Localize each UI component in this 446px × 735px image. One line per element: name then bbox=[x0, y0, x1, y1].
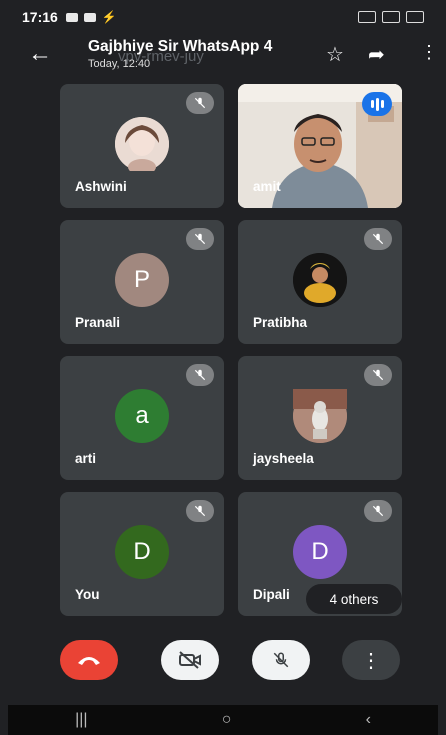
gallery-notification-icon bbox=[65, 12, 78, 22]
recents-icon[interactable]: ||| bbox=[75, 711, 87, 729]
avatar: D bbox=[115, 524, 169, 579]
avatar bbox=[293, 388, 347, 443]
participant-tile[interactable]: P Pranali bbox=[60, 220, 224, 344]
participant-name: jaysheela bbox=[253, 451, 314, 466]
mic-off-icon bbox=[186, 228, 214, 250]
mic-off-icon bbox=[364, 364, 392, 386]
mic-off-icon bbox=[364, 500, 392, 522]
end-call-button[interactable] bbox=[60, 640, 118, 680]
avatar: a bbox=[115, 388, 169, 443]
status-bar: 17:16 ⚡ bbox=[8, 0, 438, 34]
star-icon[interactable]: ☆ bbox=[326, 42, 344, 67]
wifi-signal-icon bbox=[358, 11, 376, 23]
participant-tile[interactable]: a arti bbox=[60, 356, 224, 480]
avatar: P bbox=[115, 252, 169, 307]
mic-off-icon bbox=[273, 652, 289, 668]
call-subtitle: Today, 12:40 bbox=[88, 58, 151, 70]
home-icon[interactable]: ○ bbox=[222, 711, 232, 729]
participant-name: Pratibha bbox=[253, 315, 308, 330]
cell-signal-icon bbox=[382, 11, 400, 23]
mic-off-icon bbox=[186, 92, 214, 114]
youtube-notification-icon bbox=[83, 12, 96, 22]
participant-tile[interactable]: Pratibha bbox=[238, 220, 402, 344]
participant-tile[interactable]: Ashwini bbox=[60, 84, 224, 208]
speaking-indicator-icon bbox=[362, 92, 392, 116]
participant-tile[interactable]: jaysheela bbox=[238, 356, 402, 480]
participant-tile-self[interactable]: D You bbox=[60, 492, 224, 616]
back-arrow-icon[interactable]: ← bbox=[28, 40, 52, 68]
more-vert-icon: ⋮ bbox=[361, 649, 381, 672]
share-arrow-icon[interactable]: ➦ bbox=[368, 42, 385, 67]
call-header: ← vpv-rmev-juy Gajbhiye Sir WhatsApp 4 T… bbox=[8, 34, 438, 82]
vibrate-icon: ⚡ bbox=[101, 10, 117, 24]
participant-name: Dipali bbox=[253, 587, 290, 602]
more-options-button[interactable]: ⋮ bbox=[342, 640, 400, 680]
participant-name: You bbox=[75, 587, 100, 602]
participant-tile-video[interactable]: amit bbox=[238, 84, 402, 208]
participant-name: Ashwini bbox=[75, 179, 127, 194]
avatar bbox=[293, 252, 347, 307]
camera-toggle-button[interactable] bbox=[161, 640, 219, 680]
system-indicators bbox=[358, 11, 424, 23]
notification-icons: ⚡ bbox=[65, 10, 117, 24]
others-chip[interactable]: 4 others bbox=[306, 584, 402, 614]
app-frame: 17:16 ⚡ ← vpv-rmev-juy Gajbhiye Sir What… bbox=[8, 0, 438, 735]
system-nav-bar: ||| ○ ‹ bbox=[8, 705, 438, 735]
avatar: D bbox=[293, 524, 347, 579]
participant-name: Pranali bbox=[75, 315, 121, 330]
call-title: Gajbhiye Sir WhatsApp 4 bbox=[88, 38, 273, 55]
participant-name: amit bbox=[253, 179, 281, 194]
mic-off-icon bbox=[186, 500, 214, 522]
back-nav-icon[interactable]: ‹ bbox=[366, 711, 371, 729]
battery-icon bbox=[406, 11, 424, 23]
status-time: 17:16 bbox=[22, 9, 58, 25]
mic-off-icon bbox=[364, 228, 392, 250]
participant-name: arti bbox=[75, 451, 97, 466]
more-vert-icon[interactable]: ⋮ bbox=[420, 42, 438, 63]
phone-hangup-icon bbox=[78, 657, 100, 665]
mic-toggle-button[interactable] bbox=[252, 640, 310, 680]
avatar bbox=[115, 116, 169, 171]
mic-off-icon bbox=[186, 364, 214, 386]
videocam-off-icon bbox=[179, 651, 201, 669]
